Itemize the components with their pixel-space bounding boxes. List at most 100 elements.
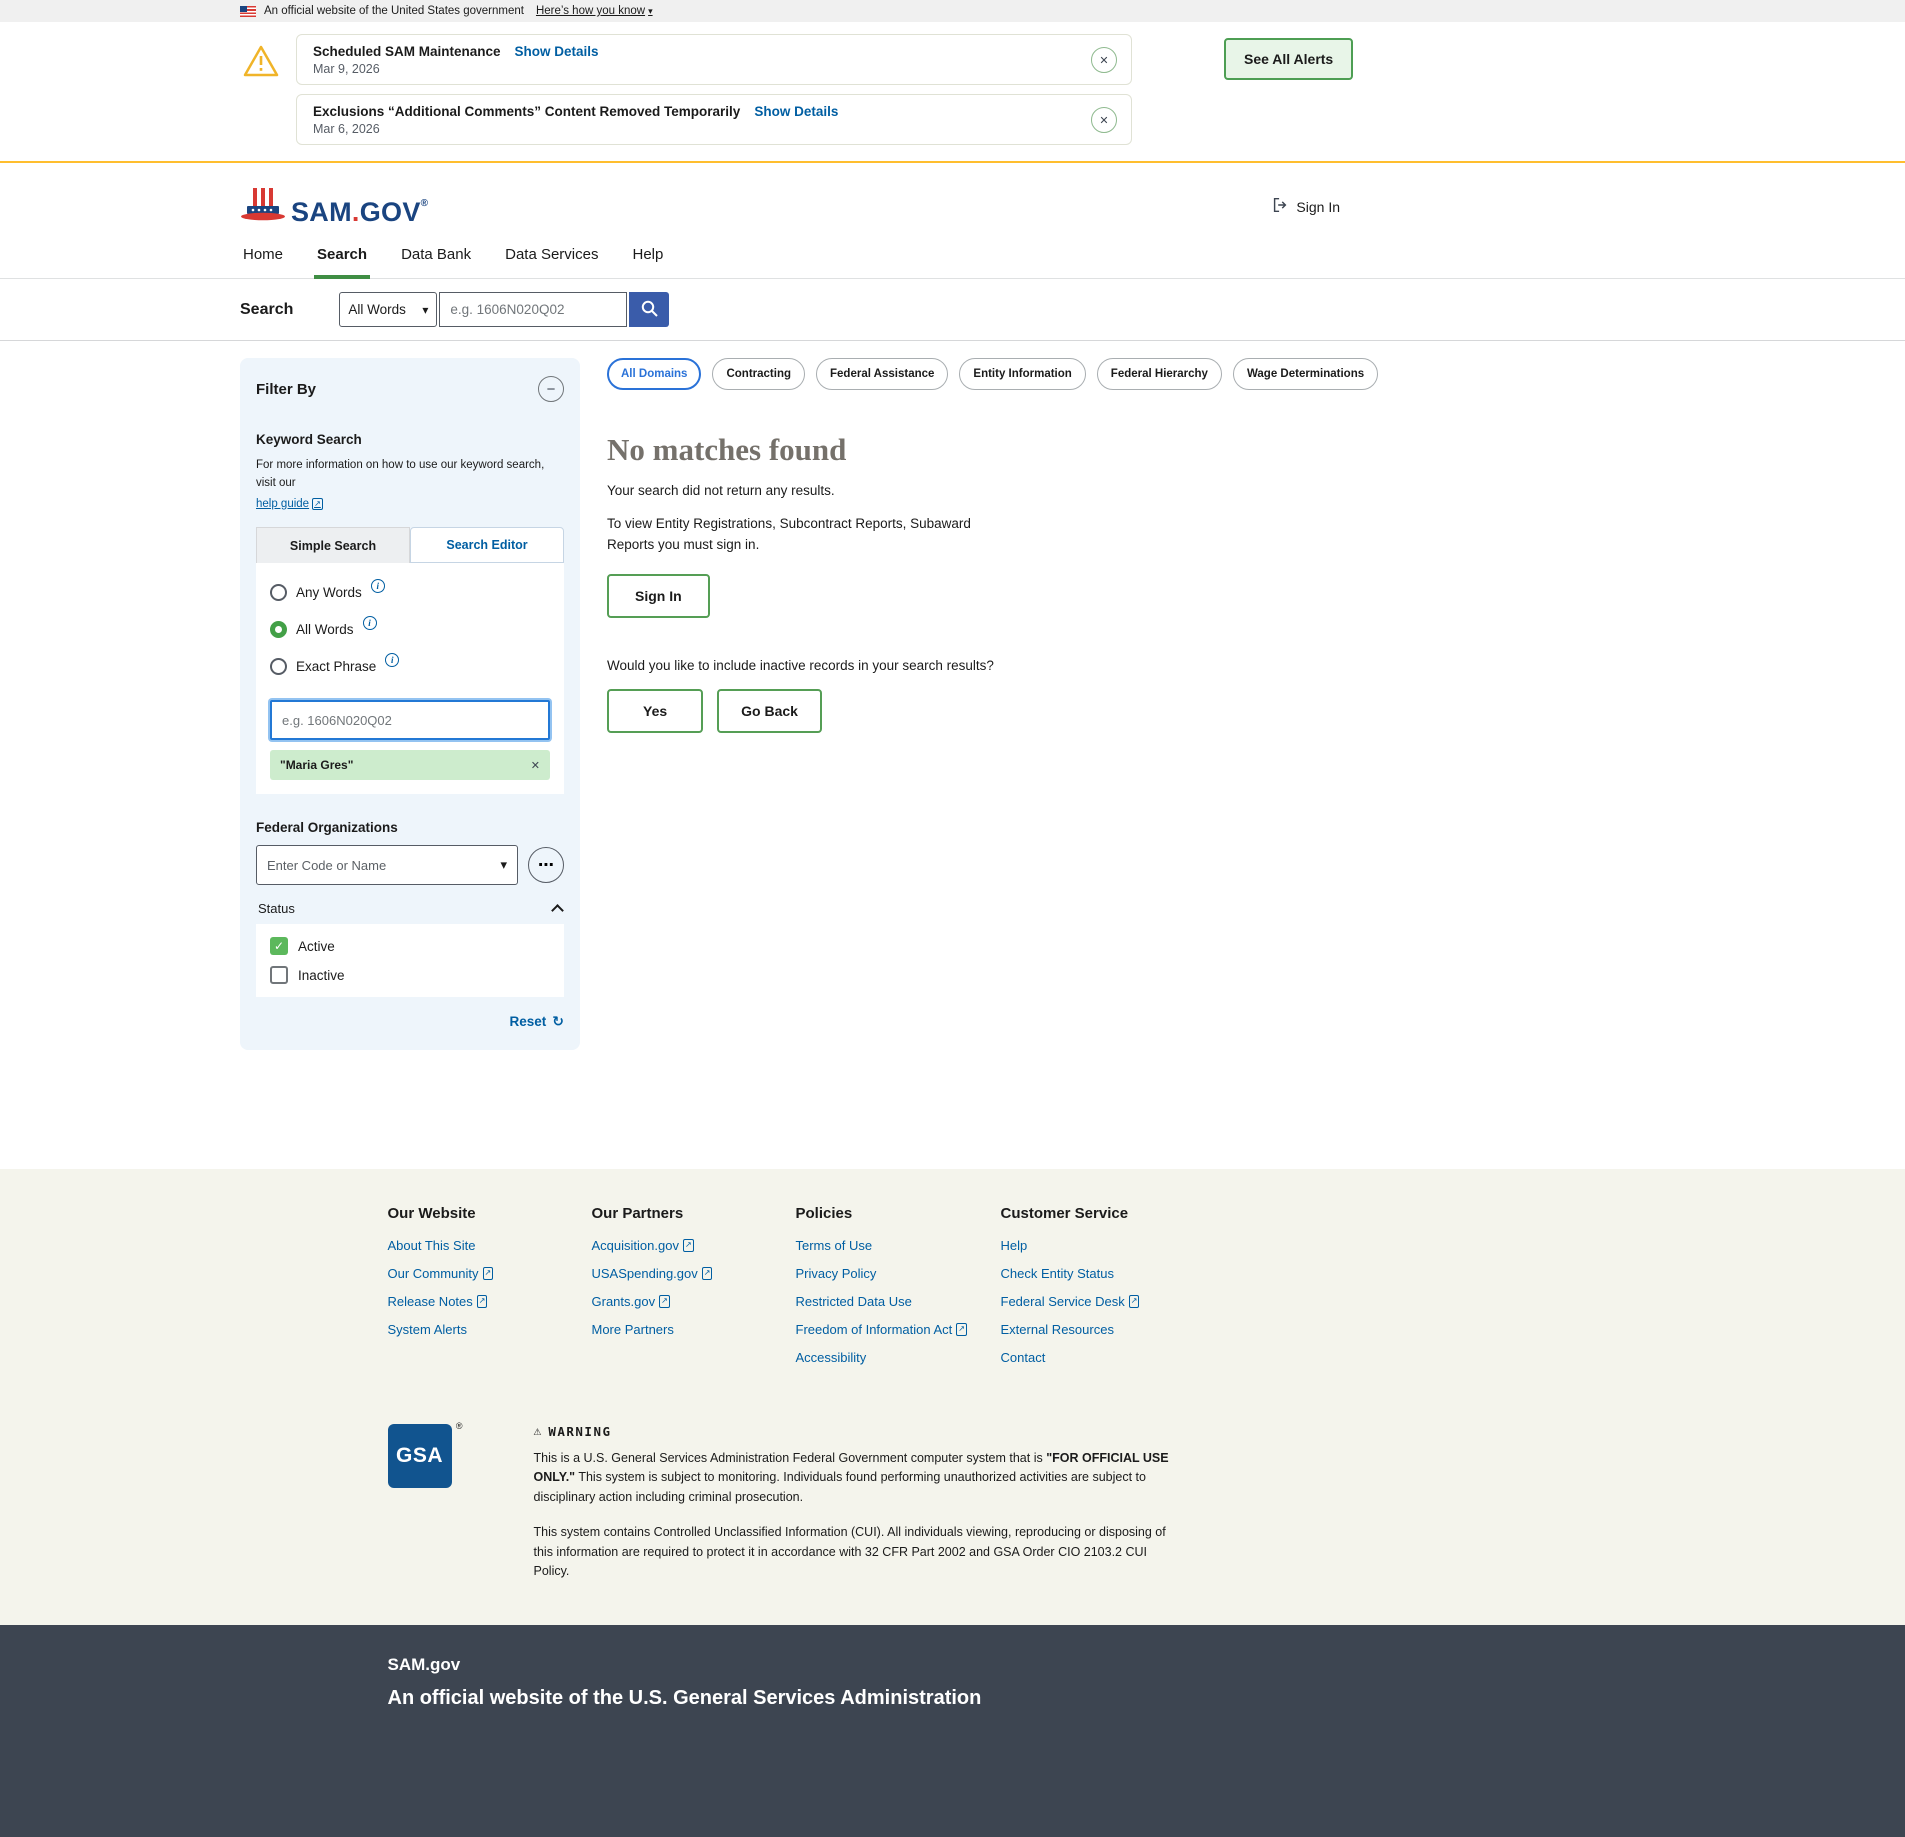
inactive-records-question: Would you like to include inactive recor… <box>607 658 1347 673</box>
federal-organizations-heading: Federal Organizations <box>256 820 564 835</box>
radio-any-words[interactable]: Any Words i <box>270 579 550 605</box>
gsa-logo: GSA ® <box>388 1424 452 1488</box>
go-back-button[interactable]: Go Back <box>717 689 822 733</box>
tab-search-editor[interactable]: Search Editor <box>410 527 564 563</box>
footer-link-help[interactable]: Help <box>1001 1238 1028 1253</box>
show-details-link[interactable]: Show Details <box>515 44 599 59</box>
keyword-input[interactable] <box>270 700 550 740</box>
help-guide-link[interactable]: help guide↗ <box>256 495 323 513</box>
footer-link-acquisition-gov[interactable]: Acquisition.gov <box>592 1238 679 1253</box>
nav-data-services[interactable]: Data Services <box>502 236 601 278</box>
main-nav: Home Search Data Bank Data Services Help <box>0 236 1905 279</box>
footer-link-terms-of-use[interactable]: Terms of Use <box>796 1238 873 1253</box>
status-section-header[interactable]: Status <box>256 901 564 916</box>
external-link-icon: ↗ <box>1129 1295 1140 1307</box>
footer-link-usaspending-gov[interactable]: USASpending.gov <box>592 1266 698 1281</box>
search-mode-select[interactable]: All Words ▾ <box>339 292 437 327</box>
how-you-know-link[interactable]: Here’s how you know▾ <box>536 5 653 17</box>
more-options-button[interactable]: ⋯ <box>528 847 564 883</box>
domain-filter-pills: All Domains Contracting Federal Assistan… <box>607 358 1347 390</box>
external-link-icon: ↗ <box>659 1295 670 1307</box>
nav-search[interactable]: Search <box>314 236 370 279</box>
keyword-tabs: Simple Search Search Editor <box>256 527 564 563</box>
alert-date: Mar 6, 2026 <box>313 122 838 136</box>
sign-in-button[interactable]: Sign In <box>607 574 710 618</box>
identifier-footer: SAM.gov An official website of the U.S. … <box>0 1625 1905 1837</box>
alert-title: Scheduled SAM Maintenance <box>313 44 501 59</box>
official-site-text: An official website of the United States… <box>264 5 524 17</box>
checkbox-active[interactable]: ✓ Active <box>270 937 550 955</box>
pill-wage-determinations[interactable]: Wage Determinations <box>1233 358 1378 390</box>
caret-down-icon: ▾ <box>500 857 507 873</box>
ellipsis-icon: ⋯ <box>538 855 554 875</box>
keyword-card: Any Words i All Words i Exact Phrase i "… <box>256 563 564 794</box>
footer-link-restricted-data-use[interactable]: Restricted Data Use <box>796 1294 912 1309</box>
pill-federal-hierarchy[interactable]: Federal Hierarchy <box>1097 358 1222 390</box>
tab-simple-search[interactable]: Simple Search <box>256 527 410 563</box>
no-results-message: Your search did not return any results. <box>607 483 1347 498</box>
site-header: SAM.GOV® Sign In <box>240 187 1340 226</box>
alert-date: Mar 9, 2026 <box>313 62 599 76</box>
footer-link-our-community[interactable]: Our Community <box>388 1266 479 1281</box>
footer-link-contact[interactable]: Contact <box>1001 1350 1046 1365</box>
alert-list: Scheduled SAM Maintenance Show Details M… <box>296 34 1132 145</box>
nav-help[interactable]: Help <box>629 236 666 278</box>
footer-link-external-resources[interactable]: External Resources <box>1001 1322 1114 1337</box>
radio-all-words[interactable]: All Words i <box>270 616 550 642</box>
show-details-link[interactable]: Show Details <box>754 104 838 119</box>
footer-link-foia[interactable]: Freedom of Information Act <box>796 1322 953 1337</box>
nav-home[interactable]: Home <box>240 236 286 278</box>
warning-title: WARNING <box>548 1424 611 1439</box>
close-icon[interactable]: ✕ <box>1091 107 1117 133</box>
pill-contracting[interactable]: Contracting <box>712 358 805 390</box>
results-section: All Domains Contracting Federal Assistan… <box>607 358 1347 733</box>
sign-in-icon <box>1271 196 1289 217</box>
external-link-icon: ↗ <box>956 1323 967 1335</box>
checkbox-inactive[interactable]: Inactive <box>270 966 550 984</box>
footer-column-policies: Policies Terms of Use Privacy Policy Res… <box>796 1205 1001 1378</box>
footer-link-federal-service-desk[interactable]: Federal Service Desk <box>1001 1294 1125 1309</box>
tag-close-icon[interactable]: ✕ <box>531 759 540 772</box>
info-icon[interactable]: i <box>385 653 399 667</box>
check-icon: ✓ <box>274 939 284 953</box>
search-label: Search <box>240 301 293 319</box>
keyword-help-text: For more information on how to use our k… <box>256 456 564 513</box>
federal-organizations-select[interactable]: Enter Code or Name ▾ <box>256 845 518 885</box>
reset-icon: ↻ <box>552 1013 564 1030</box>
pill-federal-assistance[interactable]: Federal Assistance <box>816 358 948 390</box>
reset-filters-link[interactable]: Reset ↻ <box>256 1013 564 1030</box>
pill-entity-information[interactable]: Entity Information <box>959 358 1085 390</box>
pill-all-domains[interactable]: All Domains <box>607 358 701 390</box>
footer-link-more-partners[interactable]: More Partners <box>592 1322 674 1337</box>
sam-gov-logo[interactable]: SAM.GOV® <box>240 187 428 226</box>
footer-link-grants-gov[interactable]: Grants.gov <box>592 1294 656 1309</box>
collapse-filters-button[interactable]: − <box>538 376 564 402</box>
footer-link-system-alerts[interactable]: System Alerts <box>388 1322 467 1337</box>
info-icon[interactable]: i <box>363 616 377 630</box>
checkbox-icon[interactable] <box>270 966 288 984</box>
nav-data-bank[interactable]: Data Bank <box>398 236 474 278</box>
top-hat-icon <box>240 187 286 226</box>
search-button[interactable] <box>629 292 669 327</box>
footer-link-about-this-site[interactable]: About This Site <box>388 1238 476 1253</box>
no-matches-heading: No matches found <box>607 432 1347 468</box>
site-footer: Our Website About This Site Our Communit… <box>0 1169 1905 1625</box>
chevron-down-icon: ▾ <box>648 6 653 17</box>
sign-in-note: To view Entity Registrations, Subcontrac… <box>607 514 1007 556</box>
sign-in-link[interactable]: Sign In <box>1271 196 1340 217</box>
radio-icon[interactable] <box>270 658 287 675</box>
radio-exact-phrase[interactable]: Exact Phrase i <box>270 653 550 679</box>
alert-title: Exclusions “Additional Comments” Content… <box>313 104 740 119</box>
footer-link-privacy-policy[interactable]: Privacy Policy <box>796 1266 877 1281</box>
info-icon[interactable]: i <box>371 579 385 593</box>
footer-link-accessibility[interactable]: Accessibility <box>796 1350 867 1365</box>
radio-icon[interactable] <box>270 621 287 638</box>
footer-link-check-entity-status[interactable]: Check Entity Status <box>1001 1266 1114 1281</box>
close-icon[interactable]: ✕ <box>1091 47 1117 73</box>
checkbox-icon[interactable]: ✓ <box>270 937 288 955</box>
footer-link-release-notes[interactable]: Release Notes <box>388 1294 473 1309</box>
see-all-alerts-button[interactable]: See All Alerts <box>1224 38 1353 80</box>
radio-icon[interactable] <box>270 584 287 601</box>
search-input[interactable] <box>439 292 627 327</box>
yes-button[interactable]: Yes <box>607 689 703 733</box>
